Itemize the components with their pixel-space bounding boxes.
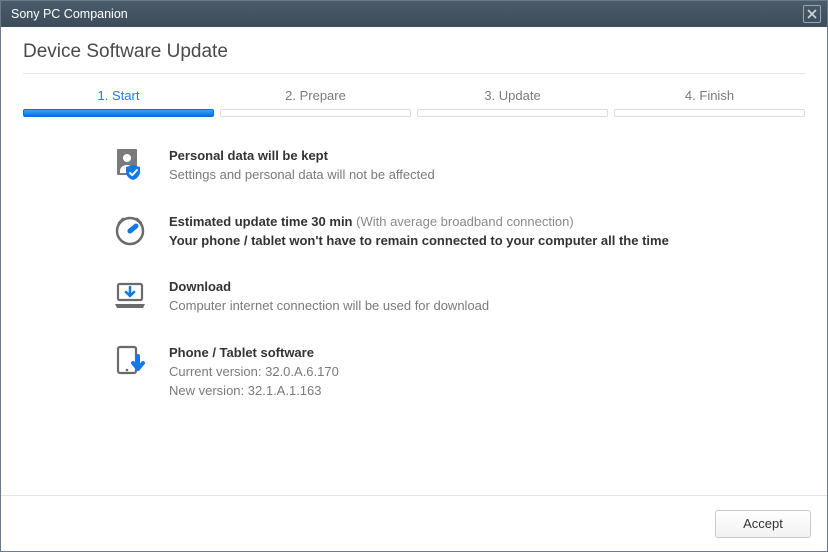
divider: [23, 73, 805, 74]
info-text: Download Computer internet connection wi…: [169, 278, 489, 316]
info-text: Estimated update time 30 min (With avera…: [169, 213, 669, 251]
info-software-version: Phone / Tablet software Current version:…: [113, 344, 805, 401]
new-version-value: 32.1.A.1.163: [248, 383, 322, 398]
tablet-download-icon: [113, 344, 147, 378]
current-version-line: Current version: 32.0.A.6.170: [169, 363, 339, 382]
step-start: 1. Start: [23, 80, 214, 121]
step-progress-bar: [417, 109, 608, 117]
step-progress-bar: [220, 109, 411, 117]
step-update: 3. Update: [417, 80, 608, 121]
content-area: Device Software Update 1. Start 2. Prepa…: [1, 27, 827, 495]
window-title: Sony PC Companion: [11, 7, 128, 21]
laptop-download-icon: [113, 278, 147, 312]
info-sub: Settings and personal data will not be a…: [169, 166, 435, 185]
info-heading-line: Estimated update time 30 min (With avera…: [169, 213, 669, 232]
titlebar[interactable]: Sony PC Companion: [1, 1, 827, 27]
info-text: Phone / Tablet software Current version:…: [169, 344, 339, 401]
current-version-value: 32.0.A.6.170: [265, 364, 339, 379]
new-version-label: New version:: [169, 383, 244, 398]
info-heading: Personal data will be kept: [169, 147, 435, 166]
step-progress-bar: [23, 109, 214, 117]
step-label: 3. Update: [417, 80, 608, 109]
step-finish: 4. Finish: [614, 80, 805, 121]
info-personal-data: Personal data will be kept Settings and …: [113, 147, 805, 185]
accept-button[interactable]: Accept: [715, 510, 811, 538]
new-version-line: New version: 32.1.A.1.163: [169, 382, 339, 401]
info-paren: (With average broadband connection): [356, 214, 574, 229]
info-heading: Estimated update time 30 min: [169, 214, 353, 229]
step-label: 2. Prepare: [220, 80, 411, 109]
info-estimated-time: Estimated update time 30 min (With avera…: [113, 213, 805, 251]
window-frame: Sony PC Companion Device Software Update…: [0, 0, 828, 552]
current-version-label: Current version:: [169, 364, 261, 379]
footer: Accept: [1, 495, 827, 551]
info-sub: Computer internet connection will be use…: [169, 297, 489, 316]
clock-icon: [113, 213, 147, 247]
info-download: Download Computer internet connection wi…: [113, 278, 805, 316]
info-line2: Your phone / tablet won't have to remain…: [169, 232, 669, 251]
step-label: 1. Start: [23, 80, 214, 109]
step-tracker: 1. Start 2. Prepare 3. Update 4. Finish: [23, 80, 805, 121]
info-list: Personal data will be kept Settings and …: [113, 147, 805, 401]
step-label: 4. Finish: [614, 80, 805, 109]
person-shield-icon: [113, 147, 147, 181]
step-prepare: 2. Prepare: [220, 80, 411, 121]
info-heading: Download: [169, 278, 489, 297]
page-title: Device Software Update: [23, 41, 805, 63]
close-icon: [807, 9, 817, 19]
info-text: Personal data will be kept Settings and …: [169, 147, 435, 185]
close-button[interactable]: [803, 5, 821, 23]
info-heading: Phone / Tablet software: [169, 344, 339, 363]
step-progress-bar: [614, 109, 805, 117]
